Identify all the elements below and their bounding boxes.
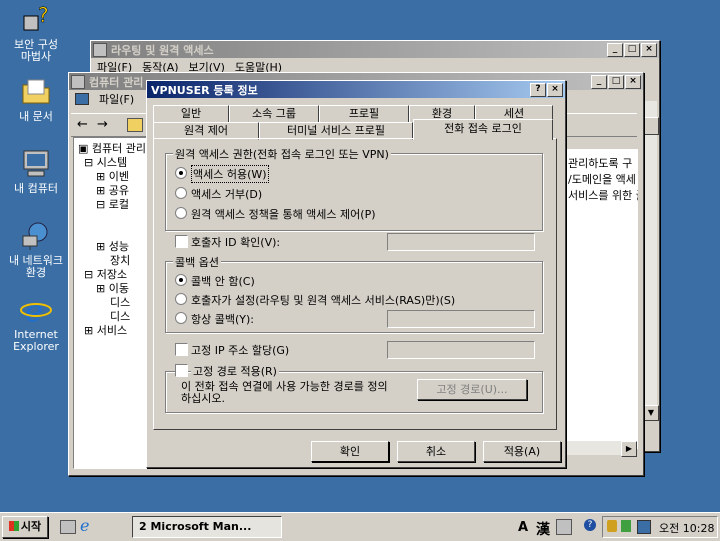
static-ip-checkbox[interactable] [175, 343, 188, 356]
menu-item[interactable]: 파일(F) [99, 91, 134, 107]
svg-text:?: ? [38, 4, 49, 27]
ime-mode-a[interactable]: A [518, 520, 528, 535]
desktop-icon-label: Explorer [13, 340, 59, 353]
tab-profile[interactable]: 프로필 [319, 105, 409, 123]
maximize-button[interactable]: □ [624, 42, 640, 57]
tab-dial-in[interactable]: 전화 접속 로그인 [413, 119, 553, 140]
scroll-right-button[interactable]: ▶ [621, 441, 637, 457]
ime-mode-han[interactable]: 漢 [536, 519, 550, 539]
computer-small-icon [75, 93, 89, 105]
static-routes-button[interactable]: 고정 경로(U)... [417, 379, 527, 400]
show-desktop-icon[interactable] [60, 520, 76, 534]
desktop-icon-network[interactable]: 내 네트워크 환경 [4, 220, 68, 279]
routing-window-titlebar[interactable]: 라우팅 및 원격 액세스 _ □ × [91, 41, 659, 58]
always-callback-label[interactable]: 항상 콜백(Y): [191, 311, 254, 327]
close-button[interactable]: × [547, 82, 563, 97]
close-button[interactable]: × [625, 74, 641, 89]
always-callback-radio[interactable] [175, 312, 187, 324]
taskbar: 시작 e 2 Microsoft Man... A 漢 ? 오전 10:28 [0, 512, 720, 541]
callback-options-title: 콜백 옵션 [173, 254, 221, 270]
detail-pane: 관리하도록 구 /도메인을 액세 서비스를 위한 글 [563, 149, 638, 449]
svg-text:e: e [25, 294, 43, 326]
up-folder-icon[interactable] [127, 118, 143, 132]
static-routes-checkbox[interactable] [175, 364, 188, 377]
set-by-caller-label[interactable]: 호출자가 설정(라우팅 및 원격 액세스 서비스(RAS)만)(S) [191, 292, 455, 308]
static-ip-field[interactable] [387, 341, 535, 359]
folder-icon [20, 76, 52, 108]
desktop-icon-label: 환경 [25, 266, 47, 279]
maximize-button[interactable]: □ [608, 74, 624, 89]
minimize-button[interactable]: _ [607, 42, 623, 57]
close-button[interactable]: × [641, 42, 657, 57]
start-label: 시작 [20, 520, 42, 533]
routing-vscrollbar[interactable]: ▼ [642, 101, 659, 421]
desktop-icon-internet-explorer[interactable]: e Internet Explorer [4, 294, 68, 353]
system-tray: 오전 10:28 [602, 516, 718, 538]
minimize-button[interactable]: _ [591, 74, 607, 89]
tree-item-services[interactable]: ⊞ 서비스 [84, 322, 127, 338]
allow-access-label[interactable]: 액세스 허용(W) [191, 165, 269, 183]
detail-text: /도메인을 액세 [568, 173, 636, 186]
desktop-icon-label: 마법사 [20, 50, 52, 63]
always-callback-field[interactable] [387, 310, 535, 328]
apply-button[interactable]: 적용(A) [483, 441, 561, 462]
desktop-icon-security-wizard[interactable]: ? 보안 구성 마법사 [4, 3, 68, 63]
window-title: 라우팅 및 원격 액세스 [111, 43, 214, 57]
security-shield-icon[interactable] [607, 520, 617, 532]
dialog-title: VPNUSER 등록 정보 [151, 83, 258, 97]
allow-access-radio[interactable] [175, 167, 187, 179]
static-routes-description: 하십시오. [181, 392, 225, 405]
desktop-icon-my-computer[interactable]: 내 컴퓨터 [4, 148, 68, 195]
verify-caller-id-label[interactable]: 호출자 ID 확인(V): [191, 234, 280, 250]
tab-general[interactable]: 일반 [153, 105, 229, 123]
start-button[interactable]: 시작 [2, 516, 48, 538]
scroll-thumb[interactable] [643, 117, 659, 135]
cancel-button[interactable]: 취소 [397, 441, 475, 462]
windows-logo-icon [8, 521, 19, 531]
tree-pane: ▣ 컴퓨터 관리 ⊟ 시스템 ⊞ 이벤 ⊞ 공유 ⊟ 로컬 ⊞ 성능 장치 ⊟ … [73, 137, 149, 469]
task-label: 2 Microsoft Man... [139, 520, 252, 533]
desktop-icon-my-documents[interactable]: 내 문서 [4, 76, 68, 123]
detail-text: 서비스를 위한 글 [568, 189, 638, 202]
ok-button[interactable]: 확인 [311, 441, 389, 462]
network-icon [20, 220, 52, 252]
ime-tool-icon[interactable] [556, 519, 572, 535]
monitor-tray-icon[interactable] [637, 520, 651, 534]
policy-control-label[interactable]: 원격 액세스 정책을 통해 액세스 제어(P) [191, 206, 376, 222]
verify-caller-id-checkbox[interactable] [175, 235, 188, 248]
vpnuser-properties-dialog[interactable]: VPNUSER 등록 정보 ? × 일반 소속 그룹 프로필 환경 세션 원격 … [146, 80, 566, 468]
remote-access-group-title: 원격 액세스 권한(전화 접속 로그인 또는 VPN) [173, 146, 391, 162]
desktop-icon-label: 내 문서 [19, 110, 53, 123]
set-by-caller-radio[interactable] [175, 293, 187, 305]
policy-control-radio[interactable] [175, 207, 187, 219]
taskbar-task-button[interactable]: 2 Microsoft Man... [132, 516, 282, 538]
security-wizard-icon: ? [20, 3, 52, 36]
deny-access-label[interactable]: 액세스 거부(D) [191, 186, 262, 202]
caller-id-field[interactable] [387, 233, 535, 251]
no-callback-label[interactable]: 콜백 안 함(C) [191, 273, 255, 289]
forward-arrow-icon[interactable]: → [97, 117, 108, 132]
detail-text: 관리하도록 구 [568, 157, 633, 170]
desktop-icon-label: 내 컴퓨터 [14, 182, 58, 195]
window-title: 컴퓨터 관리 [89, 75, 144, 89]
network-tray-icon[interactable] [621, 520, 631, 532]
internet-explorer-quicklaunch-icon[interactable]: e [80, 516, 89, 535]
static-routes-label[interactable]: 고정 경로 적용(R) [191, 363, 279, 379]
clock[interactable]: 오전 10:28 [659, 520, 714, 536]
back-arrow-icon[interactable]: ← [77, 117, 88, 132]
dialog-titlebar[interactable]: VPNUSER 등록 정보 ? × [147, 81, 565, 98]
scroll-down-button[interactable]: ▼ [643, 405, 659, 421]
help-button[interactable]: ? [530, 82, 546, 97]
deny-access-radio[interactable] [175, 187, 187, 199]
tree-item[interactable]: ⊟ 로컬 [96, 196, 129, 212]
no-callback-radio[interactable] [175, 274, 187, 286]
tab-member-of[interactable]: 소속 그룹 [229, 105, 319, 123]
computer-icon [20, 148, 52, 180]
static-ip-label[interactable]: 고정 IP 주소 할당(G) [191, 342, 289, 358]
help-icon[interactable]: ? [584, 519, 596, 531]
internet-explorer-icon: e [20, 294, 52, 329]
window-icon [93, 42, 107, 57]
window-icon [71, 74, 85, 89]
